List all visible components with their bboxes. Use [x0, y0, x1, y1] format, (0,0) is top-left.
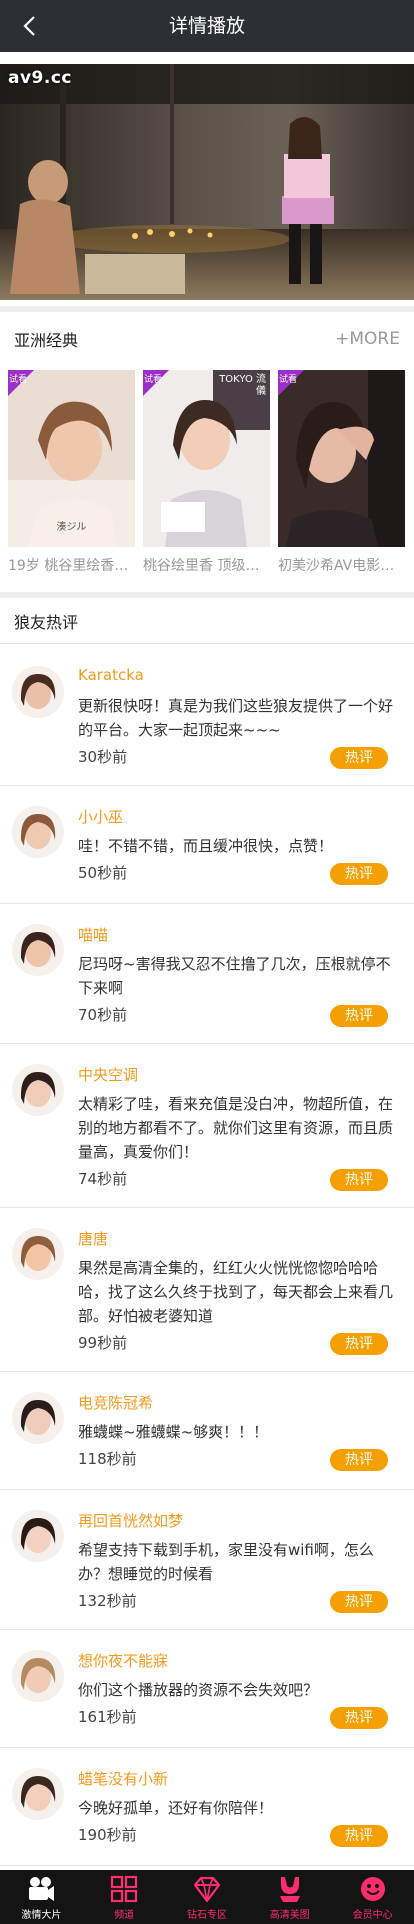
- comment-text: 哇！不错不错，而且缓冲很快，点赞！: [78, 837, 334, 855]
- video-caption: 19岁 桃谷里绘香…: [8, 558, 129, 574]
- tab-diamond-zone[interactable]: 钻石专区: [166, 1870, 249, 1924]
- video-card[interactable]: 试看 湊ジル 19岁 桃谷里绘香…: [8, 370, 135, 575]
- tab-channels[interactable]: 频道: [83, 1870, 166, 1924]
- tab-label: 激情大片: [21, 1910, 62, 1921]
- diamond-icon: [193, 1876, 221, 1903]
- comment-text: 尼玛呀~害得我又忍不住撸了几次，压根就停不下来啊: [78, 955, 391, 997]
- avatar[interactable]: [12, 1228, 64, 1280]
- comment-author[interactable]: 想你夜不能寐: [78, 1650, 168, 1671]
- video-caption: 桃谷绘里香 顶级…: [143, 558, 260, 574]
- hot-comment-button[interactable]: 热评: [330, 863, 388, 885]
- avatar[interactable]: [12, 1392, 64, 1444]
- film-camera-icon: [29, 1877, 55, 1901]
- comment-text: 你们这个播放器的资源不会失效吧？: [78, 1681, 319, 1699]
- avatar[interactable]: [12, 1064, 64, 1116]
- cover-text: 湊ジル: [56, 522, 87, 533]
- comment-item: Karatcka 更新很快呀！真是为我们这些狼友提供了一个好的平台。大家一起顶起来…: [0, 646, 414, 786]
- comment-text: 希望支持下载到手机，家里没有wifi啊，怎么办？想睡觉的时候看: [78, 1541, 374, 1583]
- hot-comment-button[interactable]: 热评: [330, 1449, 388, 1471]
- comment-time: 132秒前: [78, 1592, 137, 1610]
- comment-author[interactable]: 唐唐: [78, 1228, 108, 1249]
- video-frame-image: [0, 64, 414, 300]
- video-cover: 试看: [278, 370, 405, 547]
- cover-text: TOKYO 流儀: [219, 374, 266, 397]
- comment-item: 再回首恍然如梦希望支持下载到手机，家里没有wifi啊，怎么办？想睡觉的时候看 13…: [0, 1490, 414, 1630]
- comment-time: 190秒前: [78, 1826, 137, 1844]
- trial-badge-label: 试看: [144, 375, 163, 385]
- avatar[interactable]: [12, 924, 64, 976]
- lingerie-icon: [279, 1877, 300, 1902]
- back-button[interactable]: [10, 0, 50, 52]
- comment-author[interactable]: Karatcka: [78, 666, 144, 684]
- hot-comment-button[interactable]: 热评: [330, 1005, 388, 1027]
- comment-time: 50秒前: [78, 864, 128, 882]
- classic-section-title: 亚洲经典: [14, 331, 79, 350]
- trial-badge-label: 试看: [279, 375, 298, 385]
- comment-item: 喵喵尼玛呀~害得我又忍不住撸了几次，压根就停不下来啊 70秒前 热评: [0, 904, 414, 1044]
- hot-comment-button[interactable]: 热评: [330, 1169, 388, 1191]
- comment-author[interactable]: 电竞陈冠希: [78, 1392, 153, 1413]
- comment-time: 70秒前: [78, 1006, 128, 1024]
- tab-member-center[interactable]: 会员中心: [331, 1870, 414, 1924]
- comment-item: 唐唐果然是高清全集的，红红火火恍恍惚惚哈哈哈哈，找了这么久终于找到了，每天都会上…: [0, 1208, 414, 1372]
- bottom-tab-bar: 激情大片 频道 钻石专区 高清美图 会员中心: [0, 1870, 414, 1924]
- section-divider: [0, 306, 414, 312]
- grid-icon: [111, 1875, 138, 1903]
- avatar[interactable]: [12, 1768, 64, 1820]
- hot-comment-button[interactable]: 热评: [330, 747, 388, 769]
- comment-text: 今晚好孤单，还好有你陪伴！: [78, 1799, 274, 1817]
- comment-time: 161秒前: [78, 1708, 137, 1726]
- avatar[interactable]: [12, 1650, 64, 1702]
- smile-face-icon: [360, 1877, 385, 1901]
- comments-section-title: 狼友热评: [14, 612, 79, 632]
- comment-time: 99秒前: [78, 1334, 128, 1352]
- tab-hd-photos[interactable]: 高清美图: [248, 1870, 331, 1924]
- avatar[interactable]: [12, 1510, 64, 1562]
- comment-item: 小小巫哇！不错不错，而且缓冲很快，点赞！ 50秒前 热评: [0, 786, 414, 904]
- video-cover: 试看 TOKYO 流儀: [143, 370, 270, 547]
- hot-comment-button[interactable]: 热评: [330, 1333, 388, 1355]
- comment-text: 果然是高清全集的，红红火火恍恍惚惚哈哈哈哈，找了这么久终于找到了，每天都会上来看…: [78, 1259, 394, 1325]
- avatar[interactable]: [12, 666, 64, 718]
- comment-author[interactable]: 中央空调: [78, 1064, 138, 1085]
- comment-text: 太精彩了哇，看来充值是没白冲，物超所值，在别的地方都看不了。就你们这里有资源，而…: [78, 1095, 394, 1161]
- page-title: 详情播放: [168, 15, 245, 37]
- comment-text: 雅蠛蝶~雅蠛蝶~够爽！！！: [78, 1423, 269, 1441]
- comment-author[interactable]: 蜡笔没有小新: [78, 1768, 168, 1789]
- comment-item: 想你夜不能寐你们这个播放器的资源不会失效吧？ 161秒前 热评: [0, 1630, 414, 1748]
- video-watermark: av9.cc: [8, 68, 72, 88]
- tab-label: 钻石专区: [186, 1910, 227, 1921]
- cover-image: [278, 370, 405, 547]
- chevron-left-icon: [23, 16, 35, 36]
- hot-comment-button[interactable]: 热评: [330, 1825, 388, 1847]
- comment-text: 更新很快呀！真是为我们这些狼友提供了一个好的平台。大家一起顶起来~~~: [78, 697, 394, 739]
- trial-badge-label: 试看: [9, 375, 28, 385]
- comment-time: 30秒前: [78, 748, 128, 766]
- comment-author[interactable]: 再回首恍然如梦: [78, 1510, 183, 1531]
- hot-comment-button[interactable]: 热评: [330, 1707, 388, 1729]
- comment-time: 118秒前: [78, 1450, 137, 1468]
- comment-author[interactable]: 小小巫: [78, 806, 123, 827]
- tab-label: 频道: [114, 1910, 135, 1921]
- comment-item: 中央空调太精彩了哇，看来充值是没白冲，物超所值，在别的地方都看不了。就你们这里有…: [0, 1044, 414, 1208]
- tab-videos[interactable]: 激情大片: [0, 1870, 83, 1924]
- video-card[interactable]: 试看 TOKYO 流儀 桃谷绘里香 顶级…: [143, 370, 270, 575]
- tab-label: 高清美图: [269, 1910, 310, 1921]
- classic-section-header: 亚洲经典 +MORE: [0, 314, 414, 364]
- comment-item: 电竞陈冠希雅蠛蝶~雅蠛蝶~够爽！！！ 118秒前 热评: [0, 1372, 414, 1490]
- video-cover: 试看 湊ジル: [8, 370, 135, 547]
- classic-video-list: 试看 湊ジル 19岁 桃谷里绘香… 试看 TOKYO 流儀 桃谷绘里香 顶级…: [8, 370, 414, 590]
- video-player[interactable]: av9.cc: [0, 64, 414, 300]
- comment-author[interactable]: 喵喵: [78, 924, 108, 945]
- more-link[interactable]: +MORE: [335, 329, 400, 349]
- comment-item: 蜡笔没有小新今晚好孤单，还好有你陪伴！ 190秒前 热评: [0, 1748, 414, 1866]
- comment-time: 74秒前: [78, 1170, 128, 1188]
- top-bar: 详情播放: [0, 0, 414, 52]
- tab-label: 会员中心: [352, 1910, 393, 1921]
- avatar[interactable]: [12, 806, 64, 858]
- comments-section-header: 狼友热评: [0, 598, 414, 644]
- hot-comment-button[interactable]: 热评: [330, 1591, 388, 1613]
- video-caption: 初美沙希AV电影…: [278, 558, 395, 574]
- video-card[interactable]: 试看 初美沙希AV电影…: [278, 370, 405, 575]
